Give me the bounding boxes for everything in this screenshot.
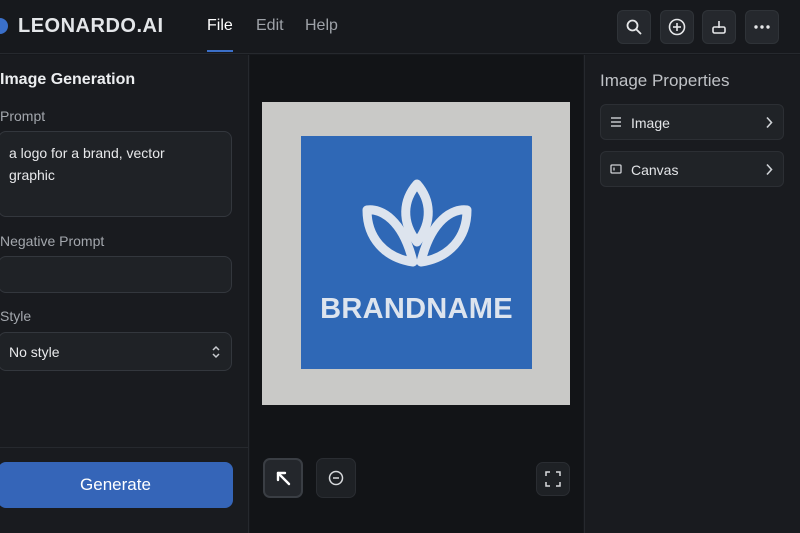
top-bar: LEONARDO.AI File Edit Help — [0, 0, 800, 54]
chevron-right-icon — [766, 163, 773, 176]
add-circle-icon — [668, 18, 686, 36]
list-icon — [611, 117, 621, 127]
style-select[interactable]: No style — [0, 332, 232, 371]
property-image-label: Image — [631, 115, 670, 131]
panel-title: Image Generation — [0, 71, 136, 88]
more-button[interactable] — [745, 10, 779, 44]
properties-title: Image Properties — [600, 71, 730, 90]
add-button[interactable] — [660, 10, 694, 44]
search-icon — [626, 19, 642, 35]
menu-edit[interactable]: Edit — [256, 17, 284, 35]
fullscreen-icon — [545, 471, 561, 487]
negative-prompt-label: Negative Prompt — [0, 233, 105, 249]
property-canvas-label: Canvas — [631, 162, 679, 178]
select-tool-button[interactable] — [263, 458, 303, 498]
logo-brand-text: BRANDNAME — [320, 293, 513, 325]
zoom-out-icon — [328, 470, 344, 486]
style-select-value: No style — [9, 344, 60, 360]
prompt-label: Prompt — [0, 108, 46, 124]
search-button[interactable] — [617, 10, 651, 44]
generated-logo: BRANDNAME — [301, 136, 532, 369]
menu-file[interactable]: File — [207, 17, 233, 35]
upload-button[interactable] — [702, 10, 736, 44]
zoom-out-button[interactable] — [316, 458, 356, 498]
leaf-logo-icon — [362, 179, 472, 267]
property-image[interactable]: Image — [600, 104, 784, 140]
properties-panel: Image Properties Image Canvas — [584, 55, 800, 533]
style-label: Style — [0, 308, 32, 324]
property-canvas[interactable]: Canvas — [600, 151, 784, 187]
logo-icon — [0, 18, 8, 34]
active-menu-indicator — [207, 50, 233, 52]
chevron-right-icon — [766, 116, 773, 129]
prompt-text: a logo for a brand, vector graphic — [9, 145, 165, 183]
canvas-icon — [610, 164, 622, 174]
select-arrows-icon — [212, 345, 220, 359]
generate-button[interactable]: Generate — [0, 462, 233, 508]
app-brand: LEONARDO.AI — [18, 15, 164, 37]
select-arrow-icon — [276, 471, 291, 486]
prompt-field[interactable]: a logo for a brand, vector graphic — [0, 131, 232, 217]
negative-prompt-field[interactable] — [0, 256, 232, 293]
fullscreen-button[interactable] — [536, 462, 570, 496]
panel-divider — [0, 447, 249, 448]
artboard[interactable]: BRANDNAME — [262, 102, 570, 405]
upload-icon — [712, 21, 726, 34]
more-icon — [754, 25, 770, 29]
generation-panel: Image Generation Prompt a logo for a bra… — [0, 55, 249, 533]
menu-help[interactable]: Help — [305, 17, 338, 35]
canvas-area[interactable]: BRANDNAME — [250, 55, 583, 533]
